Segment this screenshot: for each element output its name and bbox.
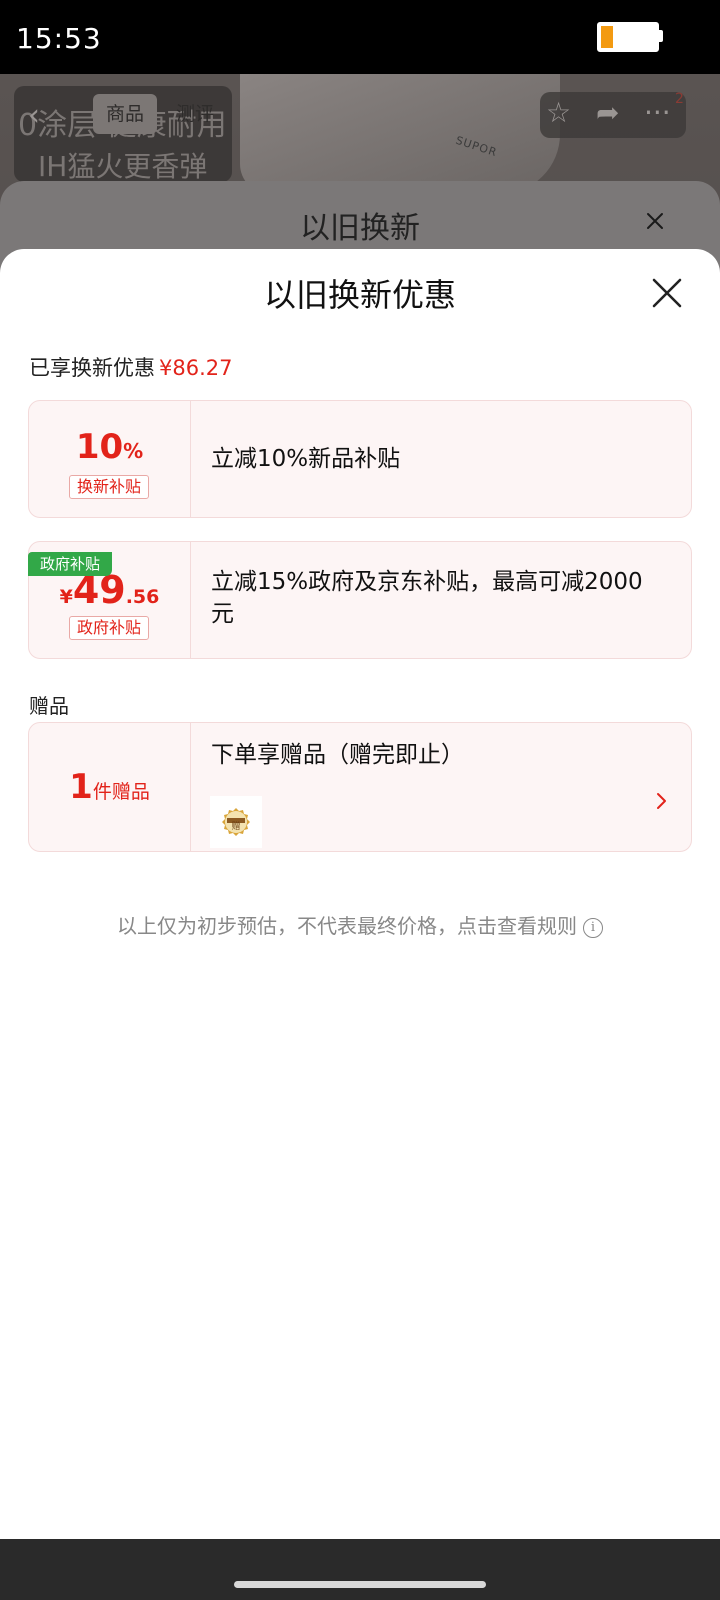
sheet-title: 以旧换新优惠 (263, 276, 456, 314)
gov-subsidy-currency: ¥ (59, 586, 73, 608)
summary-amount: ¥86.27 (159, 356, 233, 380)
gift-thumb-label: 赠 (231, 820, 240, 832)
star-icon: ☆ (546, 96, 572, 129)
battery-icon (597, 22, 659, 52)
status-time: 15:53 (16, 22, 102, 55)
gift-count: 1件赠品 (29, 723, 190, 851)
subsidy-tag: 换新补贴 (69, 475, 149, 499)
back-icon: ‹ (28, 98, 40, 133)
gift-count-unit: 件赠品 (92, 781, 150, 803)
gov-subsidy-description-line2: 元 (211, 601, 234, 627)
discount-summary: 已享换新优惠 ¥86.27 (29, 352, 232, 382)
gift-thumbnail[interactable]: 赠 (210, 796, 262, 848)
product-image (240, 74, 560, 194)
more-icon: ··· (644, 96, 671, 129)
price-notice-text: 以上仅为初步预估，不代表最终价格，点击查看规则 (117, 914, 577, 938)
subsidy-percent-value: 10 (75, 427, 124, 467)
battery-cap (659, 30, 663, 42)
government-subsidy-card[interactable]: ¥49.56 政府补贴 立减15%政府及京东补贴，最高可减2000 元 (28, 541, 692, 659)
subsidy-percent-unit: % (123, 439, 144, 463)
info-icon[interactable]: i (583, 917, 603, 938)
gov-subsidy-description-line1: 立减15%政府及京东补贴，最高可减2000 (211, 569, 643, 595)
chevron-right-icon[interactable] (655, 790, 669, 812)
card-divider (190, 542, 191, 658)
promo-banner-line2: IH猛火更香弹 (38, 150, 208, 183)
gov-subsidy-ribbon: 政府补贴 (28, 552, 112, 576)
card-value: 10% 换新补贴 (29, 401, 190, 517)
home-indicator[interactable] (234, 1581, 486, 1588)
share-icon: ➦ (596, 96, 620, 129)
close-icon[interactable] (650, 276, 684, 310)
subsidy-description: 立减10%新品补贴 (211, 446, 401, 472)
close-icon[interactable] (640, 206, 670, 236)
trade-in-sheet-title: 以旧换新 (300, 211, 420, 246)
gift-count-number: 1 (69, 767, 93, 807)
gift-count-value: 1件赠品 (29, 767, 190, 807)
summary-label: 已享换新优惠 (29, 356, 155, 380)
system-nav-bar (0, 1539, 720, 1600)
gift-section-label: 赠品 (29, 694, 69, 718)
gift-card[interactable]: 1件赠品 下单享赠品（赠完即止） (28, 722, 692, 852)
card-divider (190, 401, 191, 517)
trade-in-subsidy-card[interactable]: 10% 换新补贴 立减10%新品补贴 (28, 400, 692, 518)
gov-subsidy-tag: 政府补贴 (69, 616, 149, 640)
price-notice[interactable]: 以上仅为初步预估，不代表最终价格，点击查看规则 i (0, 910, 720, 939)
tab-product: 商品 (93, 94, 157, 134)
cart-badge: 2 (675, 91, 684, 107)
card-divider (190, 723, 191, 851)
tab-review: 测评 (176, 103, 215, 125)
gift-description: 下单享赠品（赠完即止） (211, 742, 464, 768)
subsidy-percent: 10% (29, 427, 190, 467)
status-bar: 15:53 (0, 0, 720, 74)
gov-subsidy-decimals: .56 (125, 586, 160, 608)
battery-level (601, 26, 613, 48)
gov-subsidy-description: 立减15%政府及京东补贴，最高可减2000 元 (211, 566, 643, 630)
